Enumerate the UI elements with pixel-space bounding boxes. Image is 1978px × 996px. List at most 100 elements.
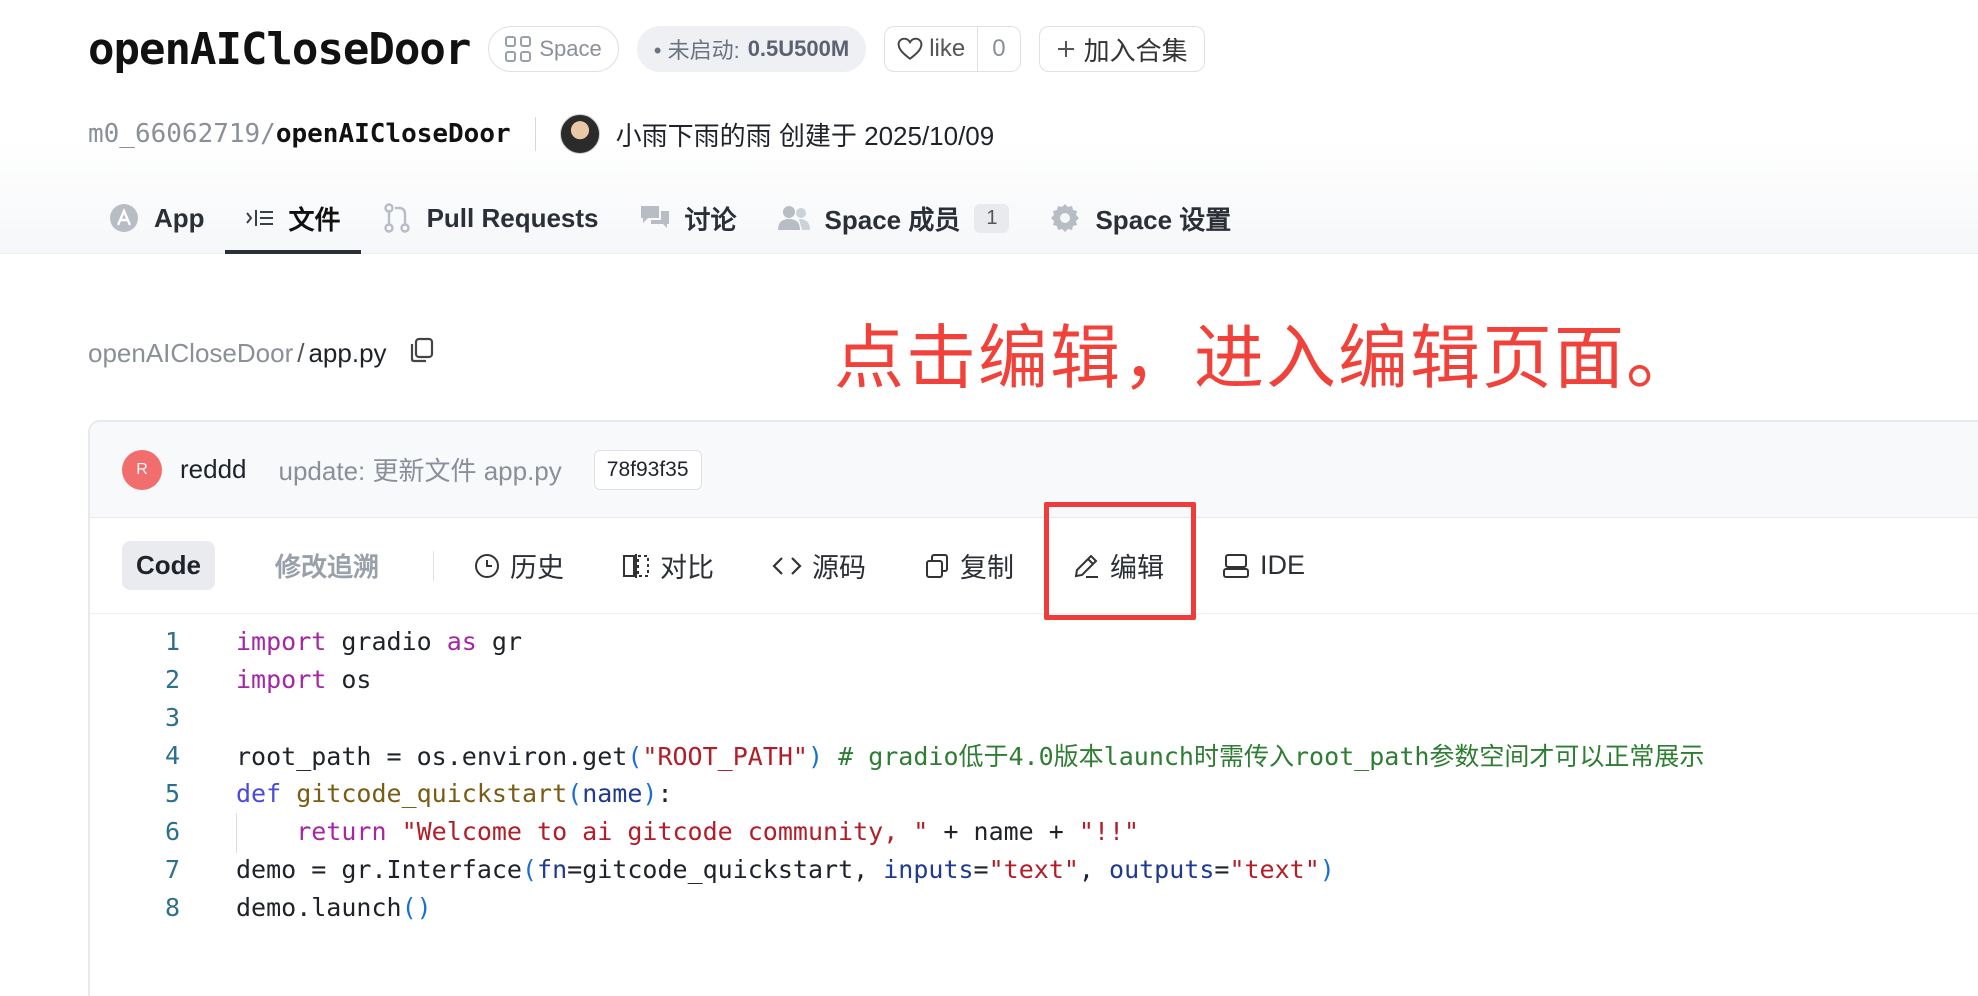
commit-author-avatar[interactable]: R	[122, 449, 162, 490]
tab-space-members-label: Space 成员	[824, 204, 961, 235]
tab-pull-requests[interactable]: Pull Requests	[361, 186, 619, 254]
breadcrumb-separator: /	[297, 338, 305, 368]
commit-hash-badge[interactable]: 78f93f35	[593, 449, 702, 490]
indent-guide	[236, 812, 237, 853]
line-source: return "Welcome to ai gitcode community,…	[180, 812, 1139, 853]
repo-header: openAICloseDoor Space • 未启动: 0.5U500M li…	[0, 0, 1978, 254]
tab-discussions-label: 讨论	[684, 204, 737, 235]
compare-button[interactable]: 对比	[622, 546, 714, 585]
settings-gear-icon	[1051, 204, 1080, 232]
raw-source-label: 源码	[812, 553, 867, 583]
repo-subtitle-row: m0_66062719/ openAICloseDoor 小雨下雨的雨 创建于 …	[88, 110, 994, 158]
ide-button[interactable]: IDE	[1222, 550, 1305, 581]
repo-title: openAICloseDoor	[88, 23, 471, 75]
like-button-group[interactable]: like 0	[884, 26, 1021, 72]
members-icon	[777, 206, 810, 230]
copy-path-button[interactable]	[407, 336, 435, 371]
commit-message[interactable]: update: 更新文件 app.py	[279, 451, 562, 488]
space-badge: Space	[488, 26, 619, 72]
like-label: like	[929, 35, 966, 62]
line-number[interactable]: 3	[90, 703, 180, 732]
tab-discussions[interactable]: 讨论	[619, 186, 757, 254]
grid-icon	[505, 36, 532, 62]
ide-icon	[1223, 553, 1250, 578]
code-line: 4 root_path = os.environ.get("ROOT_PATH"…	[90, 736, 1978, 774]
line-source: root_path = os.environ.get("ROOT_PATH") …	[236, 742, 1705, 771]
repo-name-link[interactable]: openAICloseDoor	[276, 119, 511, 149]
line-source: def gitcode_quickstart(name):	[236, 778, 673, 808]
ide-label: IDE	[1260, 550, 1306, 580]
toolbar-divider	[433, 550, 435, 581]
line-number[interactable]: 1	[90, 627, 180, 656]
tab-space-settings[interactable]: Space 设置	[1029, 186, 1251, 254]
heart-icon	[897, 37, 923, 60]
repo-tabs: App 文件 Pull Requests 讨论 Space 成员 1 Space…	[88, 186, 1251, 254]
copy-icon	[410, 337, 433, 363]
breadcrumb-repo-link[interactable]: openAICloseDoor	[88, 338, 293, 369]
code-line: 6 return "Welcome to ai gitcode communit…	[90, 812, 1978, 853]
members-count-badge: 1	[974, 203, 1010, 233]
edit-label: 编辑	[1110, 553, 1165, 583]
tab-files[interactable]: 文件	[224, 186, 361, 254]
file-viewer: R reddd update: 更新文件 app.py 78f93f35 Cod…	[88, 420, 1978, 996]
like-count: 0	[992, 35, 1006, 62]
tab-space-settings-label: Space 设置	[1095, 204, 1232, 235]
line-number[interactable]: 4	[90, 741, 180, 770]
file-toolbar: Code 修改追溯 历史 对比 源码 复制 编辑 IDE	[90, 518, 1978, 614]
code-line: 1 import gradio as gr	[90, 622, 1978, 660]
raw-source-button[interactable]: 源码	[772, 546, 866, 585]
blame-view-toggle[interactable]: 修改追溯	[275, 547, 379, 584]
line-source: demo.launch()	[236, 892, 432, 922]
title-row: openAICloseDoor Space • 未启动: 0.5U500M li…	[88, 22, 1205, 76]
breadcrumb-file: app.py	[308, 338, 387, 368]
creator-info: 小雨下雨的雨 创建于 2025/10/09	[615, 120, 995, 151]
code-line: 2 import os	[90, 660, 1978, 698]
tab-app-label: App	[154, 202, 205, 233]
line-number[interactable]: 2	[90, 665, 180, 694]
tab-files-label: 文件	[288, 204, 341, 235]
line-number[interactable]: 8	[90, 893, 180, 922]
line-number[interactable]: 7	[90, 855, 180, 884]
discussion-icon	[640, 206, 669, 228]
space-badge-label: Space	[539, 36, 602, 61]
copy-content-button[interactable]: 复制	[924, 546, 1014, 585]
code-line: 8 demo.launch()	[90, 888, 1978, 926]
status-value: 0.5U500M	[747, 36, 850, 61]
line-source: import os	[236, 664, 372, 694]
app-icon	[110, 204, 138, 232]
line-source: demo = gr.Interface(fn=gitcode_quickstar…	[236, 854, 1335, 884]
code-view-toggle[interactable]: Code	[122, 541, 215, 590]
line-number[interactable]: 6	[90, 817, 180, 846]
edit-button[interactable]: 编辑	[1072, 546, 1164, 585]
tab-space-members[interactable]: Space 成员 1	[757, 186, 1030, 254]
compare-label: 对比	[660, 553, 715, 583]
pencil-icon	[1074, 554, 1099, 578]
files-icon	[245, 210, 273, 226]
history-label: 历史	[510, 553, 565, 583]
code-view: 1 import gradio as gr 2 import os 3 4 ro…	[90, 614, 1978, 926]
like-button[interactable]: like	[885, 27, 979, 71]
history-button[interactable]: 历史	[474, 546, 564, 585]
latest-commit-bar: R reddd update: 更新文件 app.py 78f93f35	[90, 422, 1978, 518]
add-to-collection-label: 加入合集	[1083, 35, 1188, 66]
owner-link[interactable]: m0_66062719/	[88, 119, 276, 149]
tab-app[interactable]: App	[88, 186, 225, 254]
clock-icon	[475, 553, 500, 578]
line-source: import gradio as gr	[236, 626, 522, 656]
code-line: 7 demo = gr.Interface(fn=gitcode_quickst…	[90, 850, 1978, 888]
add-to-collection-button[interactable]: 加入合集	[1038, 26, 1205, 72]
plus-icon	[1057, 41, 1074, 57]
line-number[interactable]: 5	[90, 779, 180, 808]
compare-icon	[623, 553, 650, 578]
code-line: 3	[90, 698, 1978, 736]
instruction-annotation: 点击编辑，进入编辑页面。	[834, 317, 1698, 399]
creator-avatar[interactable]	[559, 114, 600, 154]
commit-author[interactable]: reddd	[180, 454, 247, 485]
tab-pull-requests-label: Pull Requests	[426, 202, 599, 233]
status-prefix: • 未启动:	[653, 38, 740, 63]
copy-content-label: 复制	[960, 553, 1015, 583]
pull-request-icon	[383, 203, 410, 233]
copy-icon	[926, 553, 949, 578]
breadcrumb: openAICloseDoor / app.py	[88, 336, 435, 371]
divider	[534, 117, 536, 151]
